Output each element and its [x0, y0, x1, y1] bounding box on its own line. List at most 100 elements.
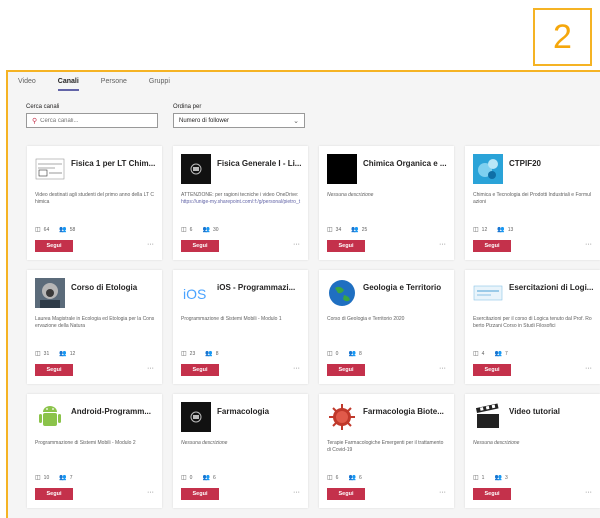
- description-text: Programmazione di Sistemi Mobili - Modul…: [181, 316, 282, 322]
- follow-button[interactable]: Segui: [35, 364, 73, 376]
- channel-stats: ◫ 10 👥 7: [35, 474, 73, 482]
- channel-description: ATTENZIONE: per ragioni tecniche i video…: [181, 192, 301, 206]
- channel-title[interactable]: Corso di Etologia: [71, 283, 159, 292]
- more-options-icon[interactable]: ···: [585, 365, 592, 372]
- tab-video[interactable]: Video: [18, 76, 36, 91]
- more-options-icon[interactable]: ···: [439, 489, 446, 496]
- followers-icon: 👥: [348, 475, 356, 481]
- channel-card[interactable]: Farmacologia Biote... Terapie Farmacologi…: [319, 394, 454, 508]
- followers-icon: 👥: [348, 351, 356, 357]
- more-options-icon[interactable]: ···: [147, 365, 154, 372]
- tab-persone[interactable]: Persone: [101, 76, 127, 91]
- follower-count: 👥 3: [494, 474, 508, 482]
- channel-card[interactable]: Esercitazioni di Logi... Esercitazioni pe…: [465, 270, 600, 384]
- channel-title[interactable]: Video tutorial: [509, 407, 597, 416]
- search-input[interactable]: [40, 117, 141, 124]
- follow-button[interactable]: Segui: [327, 240, 365, 252]
- video-icon: ◫: [327, 351, 333, 357]
- channel-title[interactable]: Android-Programm...: [71, 407, 159, 416]
- follow-button[interactable]: Segui: [35, 488, 73, 500]
- follow-button[interactable]: Segui: [181, 240, 219, 252]
- channel-card[interactable]: CTPIF20 Chimica e Tecnologia dei Prodotti…: [465, 146, 600, 260]
- description-link[interactable]: https://unige-my.sharepoint.com/:f:/g/pe…: [181, 199, 300, 205]
- followers-icon: 👥: [59, 227, 67, 233]
- follower-count-value: 8: [215, 350, 219, 357]
- more-options-icon[interactable]: ···: [585, 241, 592, 248]
- follow-button[interactable]: Segui: [473, 364, 511, 376]
- channel-title[interactable]: Fisica Generale I - Li...: [217, 159, 305, 168]
- channel-card[interactable]: Video tutorial Nessuna descrizione ◫ 1 👥 3 Seg…: [465, 394, 600, 508]
- follow-button[interactable]: Segui: [181, 488, 219, 500]
- follow-button[interactable]: Segui: [327, 488, 365, 500]
- follow-button[interactable]: Segui: [473, 488, 511, 500]
- video-count: ◫ 64: [35, 226, 50, 234]
- search-icon: ⚲: [32, 117, 38, 125]
- android-thumb-icon: [35, 402, 65, 432]
- follower-count: 👥 25: [351, 226, 367, 234]
- channel-card[interactable]: Android-Programm... Programmazione di Sis…: [27, 394, 162, 508]
- follower-count-value: 6: [358, 474, 362, 481]
- followers-icon: 👥: [59, 475, 67, 481]
- follow-button[interactable]: Segui: [181, 364, 219, 376]
- more-options-icon[interactable]: ···: [439, 365, 446, 372]
- channel-title[interactable]: Esercitazioni di Logi...: [509, 283, 597, 292]
- more-options-icon[interactable]: ···: [147, 241, 154, 248]
- follow-button[interactable]: Segui: [35, 240, 73, 252]
- more-options-icon[interactable]: ···: [147, 489, 154, 496]
- channel-description: Laurea Magistrale in Ecologia ed Etologi…: [35, 316, 155, 330]
- description-text: Corso di Geologia e Territorio 2020: [327, 316, 405, 322]
- more-options-icon[interactable]: ···: [439, 241, 446, 248]
- video-count-value: 6: [189, 226, 193, 233]
- channel-card[interactable]: Farmacologia Nessuna descrizione ◫ 0 👥 6 Segui…: [173, 394, 308, 508]
- channel-title[interactable]: iOS - Programmazi...: [217, 283, 305, 292]
- video-icon: ◫: [35, 475, 41, 481]
- channel-title[interactable]: Geologia e Territorio: [363, 283, 451, 292]
- follower-count: 👥 30: [202, 226, 218, 234]
- video-count: ◫ 0: [181, 474, 192, 482]
- followers-icon: 👥: [497, 227, 505, 233]
- video-icon: ◫: [181, 475, 187, 481]
- video-count: ◫ 4: [473, 350, 485, 358]
- follower-count-value: 12: [69, 350, 76, 357]
- more-options-icon[interactable]: ···: [585, 489, 592, 496]
- follower-count-value: 3: [504, 474, 508, 481]
- follower-count: 👥 7: [494, 350, 507, 358]
- more-options-icon[interactable]: ···: [293, 489, 300, 496]
- more-options-icon[interactable]: ···: [293, 241, 300, 248]
- channel-card[interactable]: Geologia e Territorio Corso di Geologia e…: [319, 270, 454, 384]
- channel-card[interactable]: iOS iOS - Programmazi... Programmazione di…: [173, 270, 308, 384]
- channel-card[interactable]: Chimica Organica e ... Nessuna descrizion…: [319, 146, 454, 260]
- channel-stats: ◫ 6 👥 6: [327, 474, 362, 482]
- followers-icon: 👥: [59, 351, 67, 357]
- description-text: Video destinati agli studenti del primo …: [35, 192, 154, 205]
- followers-icon: 👥: [205, 351, 213, 357]
- channel-title[interactable]: Farmacologia: [217, 407, 305, 416]
- channel-title[interactable]: Chimica Organica e ...: [363, 159, 451, 168]
- search-box[interactable]: ⚲: [26, 113, 158, 128]
- tab-gruppi[interactable]: Gruppi: [149, 76, 170, 91]
- document-thumb-icon: [35, 154, 65, 184]
- channel-title[interactable]: Farmacologia Biote...: [363, 407, 451, 416]
- channel-card[interactable]: Fisica Generale I - Li... ATTENZIONE: per…: [173, 146, 308, 260]
- channel-description: Nessuna descrizione: [473, 440, 593, 447]
- sort-select[interactable]: Numero di follower ⌄: [173, 113, 305, 128]
- video-icon: ◫: [473, 475, 479, 481]
- video-icon: ◫: [327, 475, 333, 481]
- follower-count-value: 13: [507, 226, 514, 233]
- channel-card[interactable]: Fisica 1 per LT Chim... Video destinati a…: [27, 146, 162, 260]
- follower-count: 👥 12: [59, 350, 76, 358]
- channel-card[interactable]: Corso di Etologia Laurea Magistrale in Ec…: [27, 270, 162, 384]
- tab-canali[interactable]: Canali: [57, 76, 79, 91]
- video-count-value: 4: [481, 350, 485, 357]
- molecule-thumb-icon: [473, 154, 503, 184]
- video-count: ◫ 10: [35, 474, 49, 482]
- follow-button[interactable]: Segui: [473, 240, 511, 252]
- video-count: ◫ 23: [181, 350, 195, 358]
- video-count-value: 64: [43, 226, 50, 233]
- more-options-icon[interactable]: ···: [293, 365, 300, 372]
- channel-title[interactable]: Fisica 1 per LT Chim...: [71, 159, 159, 168]
- channel-description: Terapie Farmacologiche Emergenti per il …: [327, 440, 447, 454]
- channel-title[interactable]: CTPIF20: [509, 159, 597, 168]
- channel-description: Nessuna descrizione: [181, 440, 301, 447]
- follow-button[interactable]: Segui: [327, 364, 365, 376]
